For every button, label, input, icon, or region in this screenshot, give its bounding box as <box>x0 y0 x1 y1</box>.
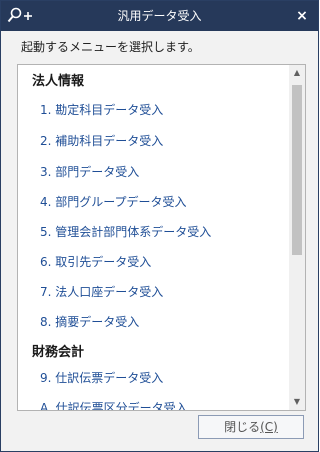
scrollbar-track[interactable] <box>289 81 305 394</box>
menu-item-management-dept-import[interactable]: 5. 管理会計部門体系データ受入 <box>40 223 211 241</box>
close-icon[interactable]: × <box>292 6 312 26</box>
close-button-label: 閉じる <box>224 420 261 434</box>
menu-item-summary-import[interactable]: 8. 摘要データ受入 <box>40 313 139 331</box>
scrollbar-thumb[interactable] <box>292 85 302 255</box>
menu-item-client-import[interactable]: 6. 取引先データ受入 <box>40 253 151 271</box>
close-button-accelerator: (C) <box>260 420 278 434</box>
menu-item-department-import[interactable]: 3. 部門データ受入 <box>40 163 139 181</box>
section-title-corporate-info: 法人情報 <box>32 74 85 89</box>
vertical-scrollbar[interactable]: ▲ ▼ <box>289 65 305 410</box>
menu-item-journal-voucher-import[interactable]: 9. 仕訳伝票データ受入 <box>40 369 163 387</box>
dialog-window: 汎用データ受入 × 起動するメニューを選択します。 法人情報 1. 勘定科目デー… <box>0 0 319 452</box>
menu-item-department-group-import[interactable]: 4. 部門グループデータ受入 <box>40 193 187 211</box>
window-title: 汎用データ受入 <box>117 9 202 23</box>
instruction-text: 起動するメニューを選択します。 <box>21 40 200 54</box>
close-button[interactable]: 閉じる(C) <box>198 415 304 439</box>
title-bar[interactable]: 汎用データ受入 × <box>1 1 318 31</box>
scroll-up-icon[interactable]: ▲ <box>289 65 305 81</box>
menu-item-corporate-account-import[interactable]: 7. 法人口座データ受入 <box>40 283 163 301</box>
menu-list-content: 法人情報 1. 勘定科目データ受入 2. 補助科目データ受入 3. 部門データ受… <box>18 65 288 410</box>
scroll-down-icon[interactable]: ▼ <box>289 394 305 410</box>
menu-item-sub-account-import[interactable]: 2. 補助科目データ受入 <box>40 132 163 150</box>
section-title-financial-accounting: 財務会計 <box>32 345 85 360</box>
menu-item-journal-voucher-category-import[interactable]: A. 仕訳伝票区分データ受入 <box>40 399 188 410</box>
menu-list[interactable]: 法人情報 1. 勘定科目データ受入 2. 補助科目データ受入 3. 部門データ受… <box>17 64 306 411</box>
menu-item-account-import[interactable]: 1. 勘定科目データ受入 <box>40 101 163 119</box>
